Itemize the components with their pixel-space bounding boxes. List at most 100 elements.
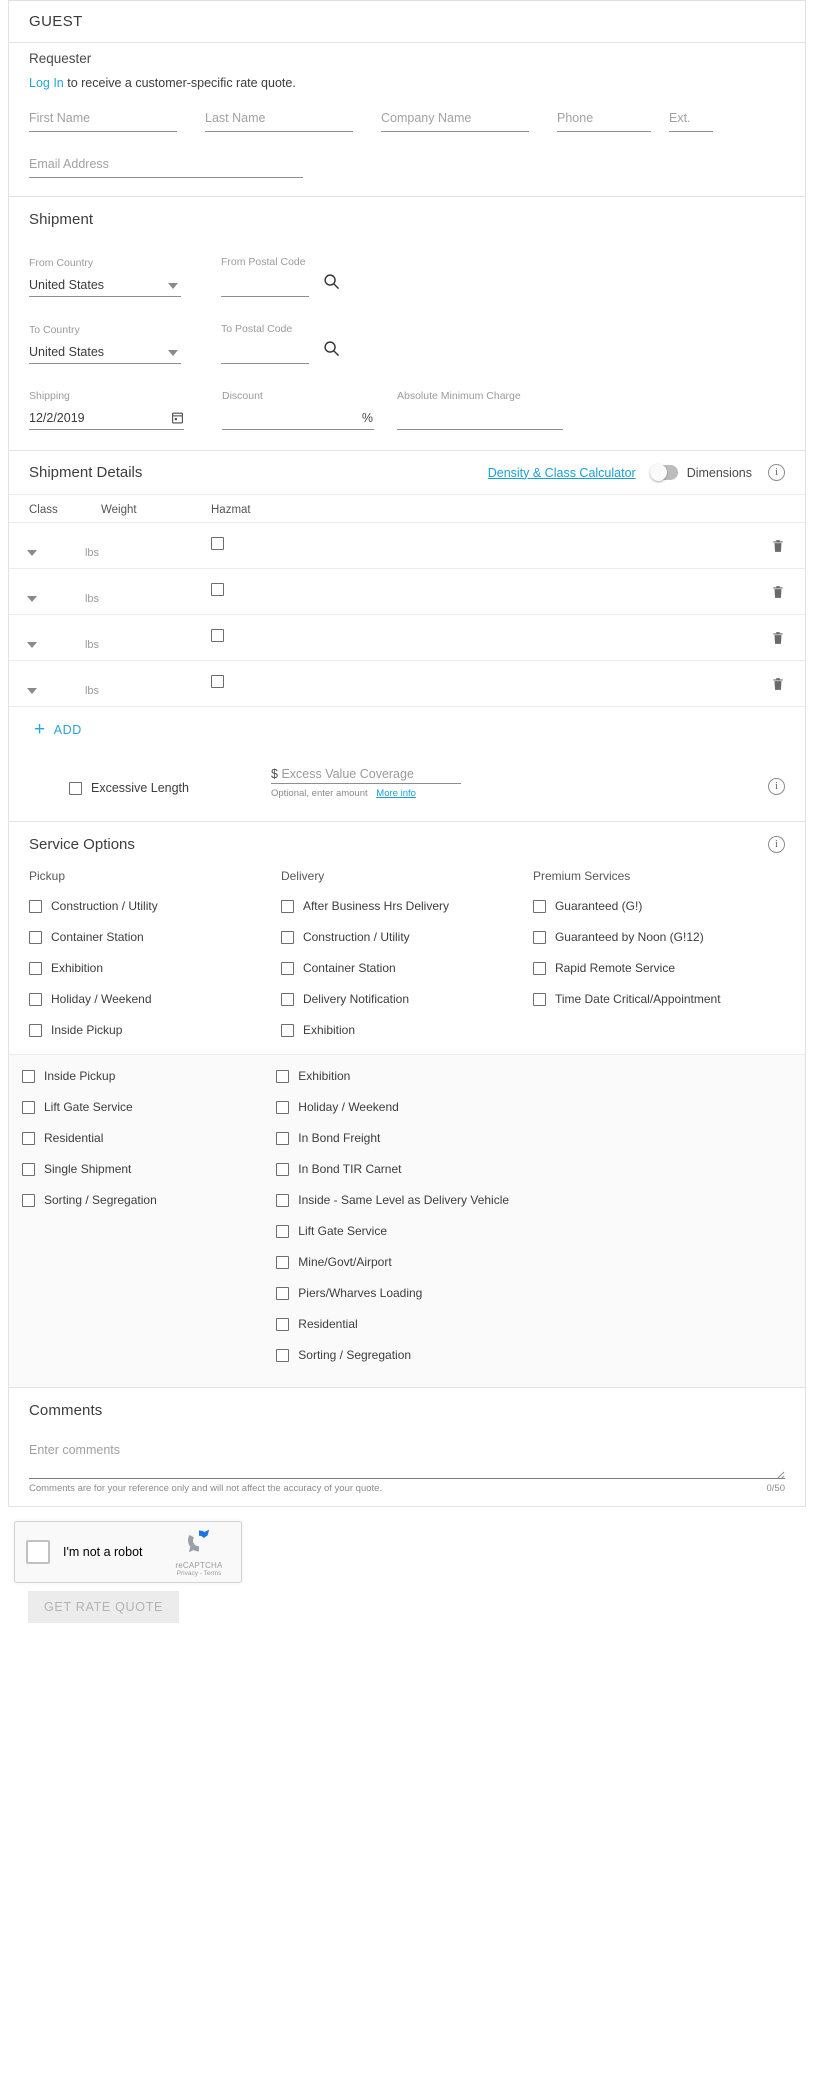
service-option[interactable]: Sorting / Segregation (22, 1193, 276, 1207)
service-option-checkbox[interactable] (532, 992, 546, 1006)
service-option-checkbox[interactable] (22, 1100, 35, 1114)
info-icon[interactable]: i (768, 464, 785, 481)
service-option[interactable]: Single Shipment (22, 1162, 276, 1176)
service-option[interactable]: Construction / Utility (29, 899, 281, 913)
add-button[interactable]: + ADD (34, 720, 82, 739)
service-option[interactable]: Lift Gate Service (22, 1100, 276, 1114)
delete-row-button[interactable] (771, 630, 785, 646)
service-option[interactable]: Residential (22, 1131, 276, 1145)
service-option[interactable]: In Bond TIR Carnet (276, 1162, 530, 1176)
calendar-icon[interactable] (171, 411, 184, 429)
service-option-checkbox[interactable] (276, 1286, 290, 1300)
service-option[interactable]: Piers/Wharves Loading (276, 1286, 530, 1300)
service-option-checkbox[interactable] (276, 1193, 290, 1207)
service-option-checkbox[interactable] (29, 1023, 42, 1037)
service-option[interactable]: Exhibition (29, 961, 281, 975)
excessive-length-option[interactable]: Excessive Length (29, 781, 271, 799)
service-option-checkbox[interactable] (276, 1348, 290, 1362)
service-option[interactable]: After Business Hrs Delivery (280, 899, 533, 913)
service-option[interactable]: Exhibition (276, 1069, 530, 1083)
service-option[interactable]: Lift Gate Service (276, 1224, 530, 1238)
search-icon[interactable] (323, 340, 340, 362)
service-option-checkbox[interactable] (276, 1224, 290, 1238)
service-option[interactable]: In Bond Freight (276, 1131, 530, 1145)
service-option[interactable]: Residential (276, 1317, 530, 1331)
service-option-checkbox[interactable] (280, 992, 294, 1006)
phone-field[interactable]: Phone (557, 110, 651, 132)
shipment-details-table-header: Class Weight Hazmat (9, 495, 805, 523)
service-option-checkbox[interactable] (280, 1023, 294, 1037)
dimensions-toggle[interactable] (649, 464, 678, 481)
service-option[interactable]: Guaranteed (G!) (532, 899, 785, 913)
service-option-checkbox[interactable] (532, 899, 546, 913)
service-option-checkbox[interactable] (276, 1162, 290, 1176)
service-option[interactable]: Container Station (29, 930, 281, 944)
comments-textarea[interactable]: Enter comments (29, 1441, 785, 1480)
first-name-field[interactable]: First Name (29, 110, 177, 132)
info-icon[interactable]: i (768, 778, 785, 795)
service-option-checkbox[interactable] (276, 1100, 290, 1114)
service-option-checkbox[interactable] (22, 1193, 35, 1207)
service-option-checkbox[interactable] (280, 961, 294, 975)
get-rate-quote-button[interactable]: GET RATE QUOTE (28, 1591, 180, 1623)
service-option[interactable]: Sorting / Segregation (276, 1348, 530, 1362)
service-option-checkbox[interactable] (532, 961, 546, 975)
hazmat-checkbox[interactable] (211, 628, 224, 642)
service-option-checkbox[interactable] (276, 1255, 290, 1269)
service-option-checkbox[interactable] (280, 930, 294, 944)
service-option[interactable]: Rapid Remote Service (532, 961, 785, 975)
service-option[interactable]: Inside Pickup (29, 1023, 281, 1037)
service-option-checkbox[interactable] (29, 930, 42, 944)
service-option[interactable]: Delivery Notification (280, 992, 533, 1006)
log-in-link[interactable]: Log In (29, 76, 64, 90)
service-option-checkbox[interactable] (276, 1317, 290, 1331)
discount-input[interactable]: % (222, 409, 374, 430)
abs-min-charge-input[interactable] (397, 409, 563, 430)
shipping-date-input[interactable]: 12/2/2019 (29, 409, 184, 430)
service-option-checkbox[interactable] (29, 992, 42, 1006)
recaptcha-checkbox[interactable] (26, 1540, 50, 1564)
more-info-link[interactable]: More info (376, 788, 416, 799)
hazmat-checkbox[interactable] (211, 674, 224, 688)
service-option-checkbox[interactable] (22, 1069, 35, 1083)
service-option-checkbox[interactable] (280, 899, 294, 913)
service-option-checkbox[interactable] (29, 961, 42, 975)
excess-value-coverage-input[interactable]: $ Excess Value Coverage (271, 767, 461, 784)
to-postal-input[interactable] (221, 343, 309, 364)
service-option-checkbox[interactable] (276, 1131, 290, 1145)
from-postal-input[interactable] (221, 276, 309, 297)
recaptcha-widget[interactable]: I'm not a robot reCAPTCHA Privacy - Term… (14, 1521, 242, 1583)
service-option[interactable]: Mine/Govt/Airport (276, 1255, 530, 1269)
service-option[interactable]: Holiday / Weekend (29, 992, 281, 1006)
to-country-select[interactable]: United States (29, 343, 181, 364)
service-option[interactable]: Inside - Same Level as Delivery Vehicle (276, 1193, 530, 1207)
service-option[interactable]: Inside Pickup (22, 1069, 276, 1083)
service-option-checkbox[interactable] (29, 899, 42, 913)
delete-row-button[interactable] (771, 584, 785, 600)
recaptcha-privacy-terms[interactable]: Privacy - Terms (168, 1570, 230, 1577)
last-name-field[interactable]: Last Name (205, 110, 353, 132)
excessive-length-checkbox[interactable] (69, 781, 82, 795)
service-option-checkbox[interactable] (532, 930, 546, 944)
service-option-checkbox[interactable] (22, 1131, 35, 1145)
from-country-select[interactable]: United States (29, 276, 181, 297)
email-address-field[interactable]: Email Address (29, 156, 303, 178)
hazmat-checkbox[interactable] (211, 582, 224, 596)
service-option[interactable]: Exhibition (280, 1023, 533, 1037)
service-option-checkbox[interactable] (22, 1162, 35, 1176)
density-class-calculator-link[interactable]: Density & Class Calculator (488, 466, 636, 480)
service-option[interactable]: Container Station (280, 961, 533, 975)
ext-field[interactable]: Ext. (669, 110, 713, 132)
hazmat-checkbox[interactable] (211, 536, 224, 550)
service-option[interactable]: Guaranteed by Noon (G!12) (532, 930, 785, 944)
company-name-field[interactable]: Company Name (381, 110, 529, 132)
delete-row-button[interactable] (771, 676, 785, 692)
delete-row-button[interactable] (771, 538, 785, 554)
resize-grip-icon[interactable] (776, 1467, 785, 1480)
service-option[interactable]: Holiday / Weekend (276, 1100, 530, 1114)
service-option[interactable]: Construction / Utility (280, 930, 533, 944)
service-option[interactable]: Time Date Critical/Appointment (532, 992, 785, 1006)
info-icon[interactable]: i (768, 836, 785, 853)
service-option-checkbox[interactable] (276, 1069, 290, 1083)
search-icon[interactable] (323, 273, 340, 295)
